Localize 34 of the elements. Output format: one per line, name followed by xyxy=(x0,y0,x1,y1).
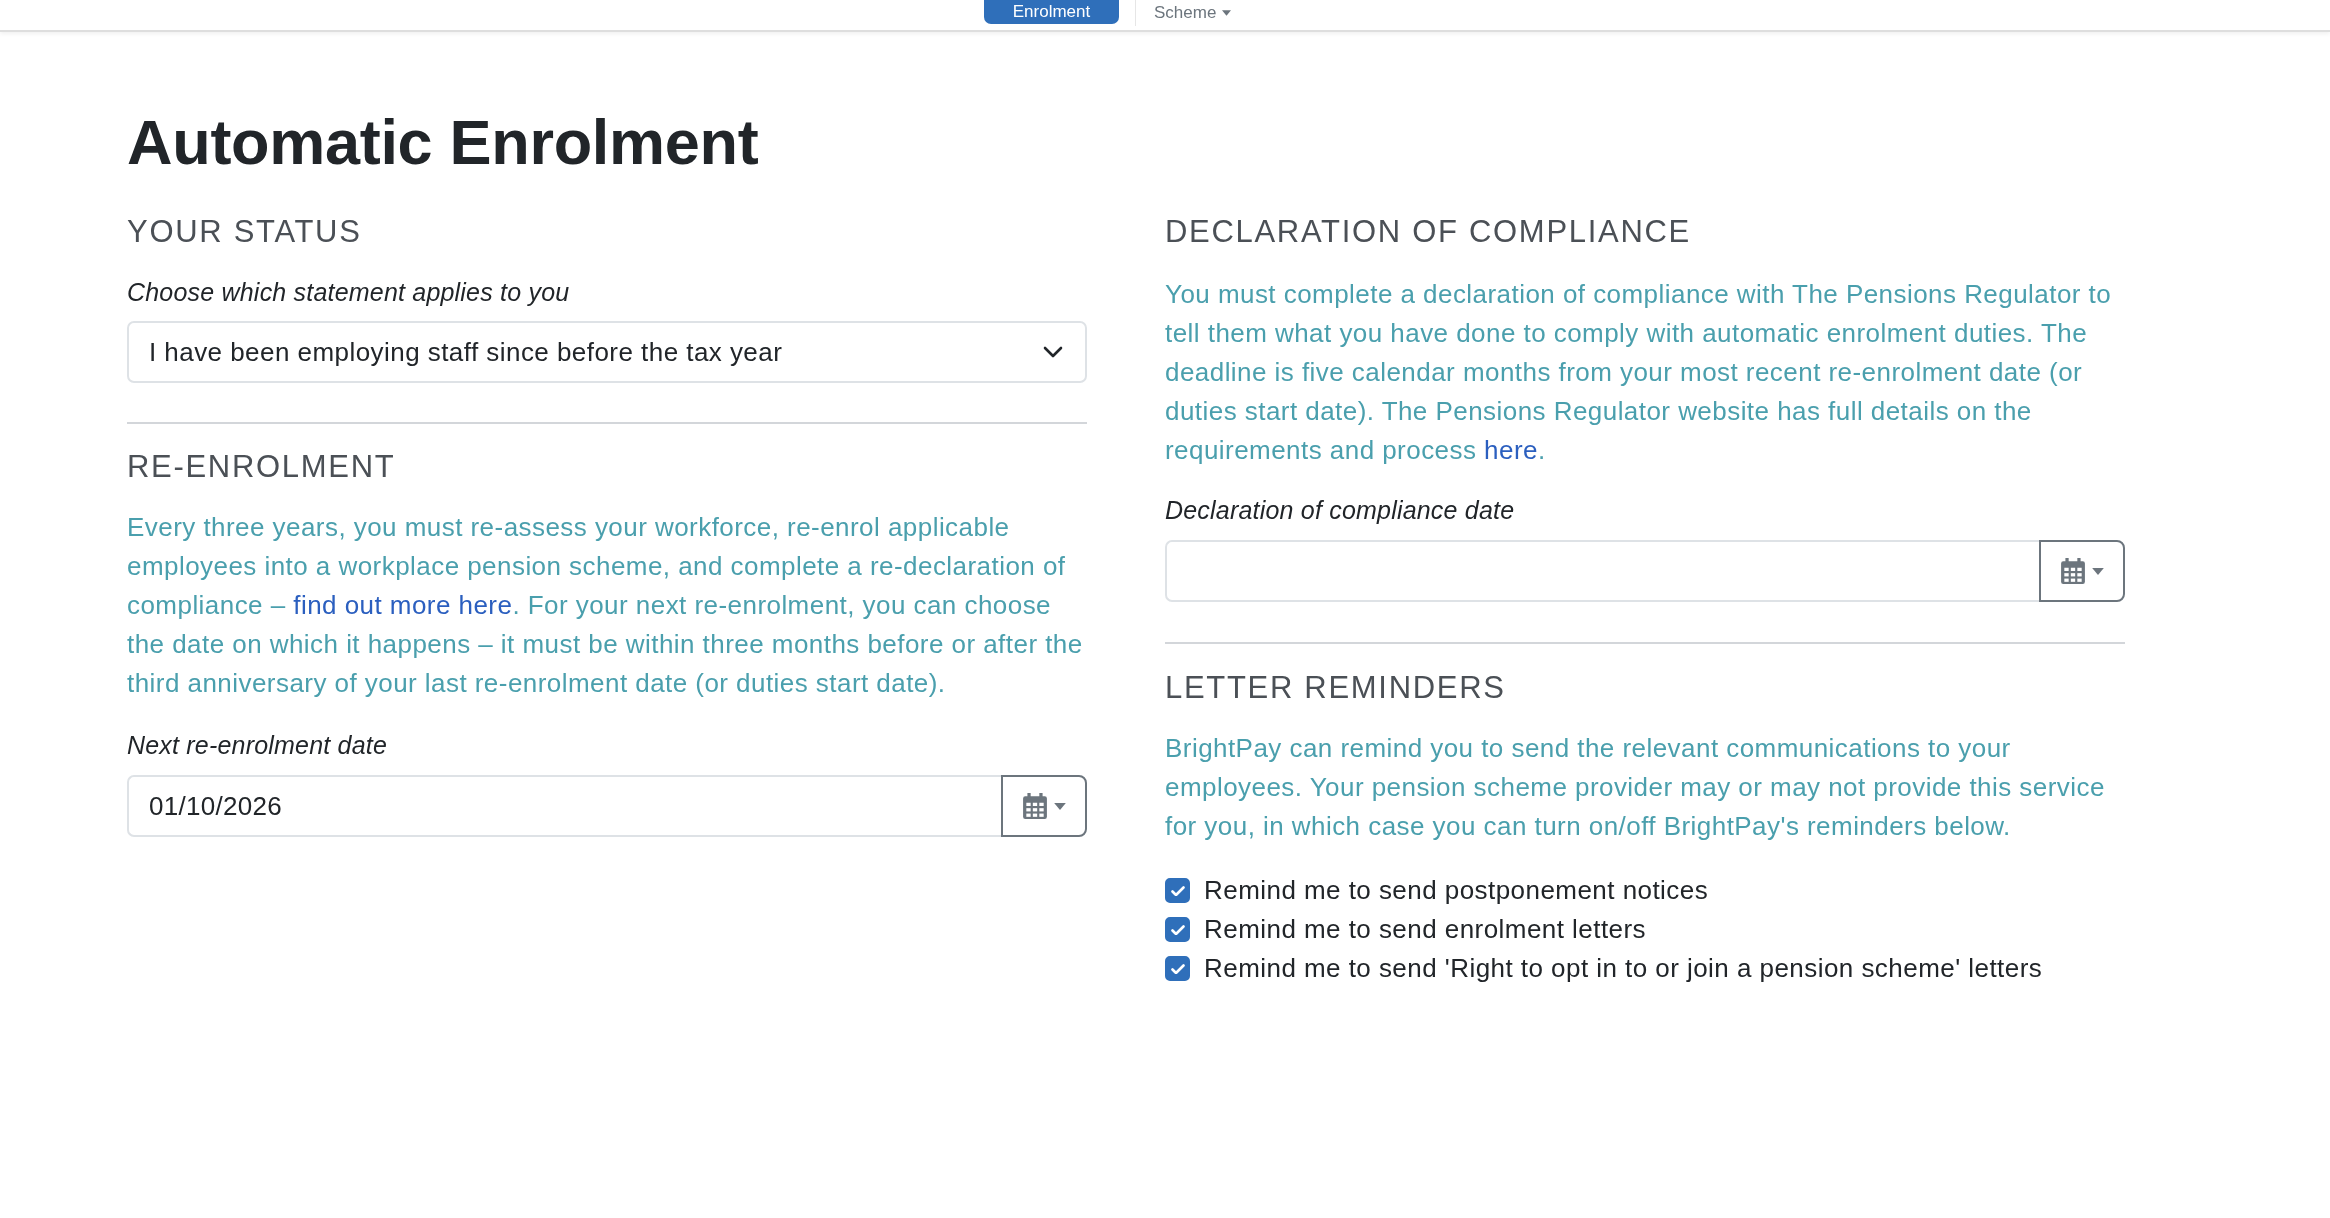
reminders-description: BrightPay can remind you to send the relevant communications to your employees. Your pension scheme provider may or may not provide this service for you, in which case you can turn on/off BrightPay's reminders below. xyxy=(1165,732,2106,843)
nav-tab[interactable]: Enrolment xyxy=(984,0,1119,24)
checkbox-label: Remind me to send 'Right to opt in to or join a pension scheme' letters xyxy=(1204,953,2043,984)
checkbox[interactable] xyxy=(1165,878,1190,903)
checkbox[interactable] xyxy=(1165,917,1190,942)
date-input[interactable]: 01/10/2026 xyxy=(127,775,1001,837)
field-label: Declaration of compliance date xyxy=(1165,495,1515,526)
nav-tab[interactable]: Scheme xyxy=(1135,0,1248,26)
calendar-button[interactable] xyxy=(2039,540,2125,602)
checkmark-icon xyxy=(1170,963,1185,974)
re-enrolment-description: Every three years, you must re-assess your workforce, re-enrol applicable employees into a workplace pension scheme, and complete a re-declaration of compliance – find out more here. For your next re-enrolment, you can choose the date on which it happens – it must be within three months before or after the third anniversary of your last re-enrolment date (or duties start date). xyxy=(127,511,1084,700)
date-input[interactable] xyxy=(1165,540,2039,602)
checkmark-icon xyxy=(1170,885,1185,896)
checkmark-icon xyxy=(1170,924,1185,935)
calendar-button[interactable] xyxy=(1001,775,1087,837)
caret-icon xyxy=(1053,802,1066,810)
section-heading: RE-ENROLMENT xyxy=(127,448,396,485)
text-link[interactable]: here xyxy=(1484,435,1538,465)
section-heading: LETTER REMINDERS xyxy=(1165,669,1506,706)
declaration-description: You must complete a declaration of compliance with The Pensions Regulator to tell them what you have done to comply with automatic enrolment duties. The deadline is five calendar months from your most recent re-enrolment date (or duties start date). The Pensions Regulator website has full details on the requirements and process here. xyxy=(1165,278,2113,467)
field-label: Next re-enrolment date xyxy=(127,730,388,761)
checkbox-label: Remind me to send postponement notices xyxy=(1204,875,1709,906)
section-heading: DECLARATION OF COMPLIANCE xyxy=(1165,213,1691,250)
section-heading: YOUR STATUS xyxy=(127,213,362,250)
status-select[interactable]: I have been employing staff since before the tax year xyxy=(127,321,1087,383)
checkbox-label: Remind me to send enrolment letters xyxy=(1204,914,1647,945)
caret-icon xyxy=(2091,567,2104,575)
calendar-icon xyxy=(2060,558,2085,584)
chevron-down-icon xyxy=(1043,346,1063,358)
field-label: Choose which statement applies to you xyxy=(127,277,570,308)
page-title: Automatic Enrolment xyxy=(127,106,759,179)
calendar-icon xyxy=(1022,793,1047,819)
text-link[interactable]: find out more here xyxy=(293,590,513,620)
checkbox[interactable] xyxy=(1165,956,1190,981)
